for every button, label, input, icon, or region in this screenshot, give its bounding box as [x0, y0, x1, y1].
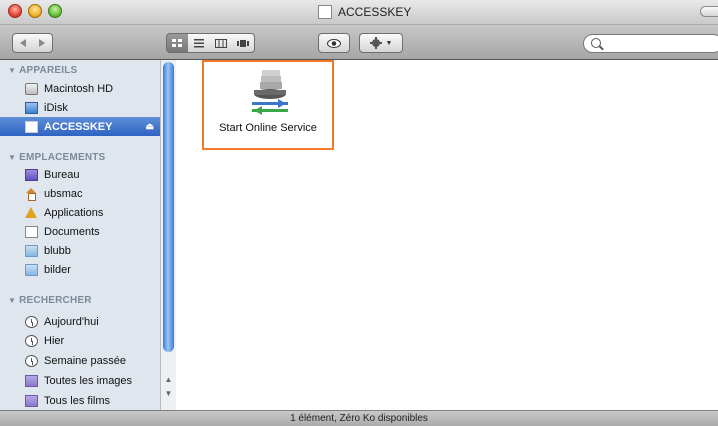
sidebar-item-label: Semaine passée — [44, 355, 126, 367]
window-title-group: ACCESSKEY — [318, 3, 411, 21]
sidebar-item-documents[interactable]: Documents — [0, 223, 160, 241]
list-view-button[interactable] — [188, 33, 211, 53]
search-icon — [591, 38, 601, 48]
idisk-icon — [25, 102, 38, 114]
smart-folder-icon — [25, 375, 38, 387]
forward-arrow-icon — [39, 39, 45, 47]
sidebar-item-label: ubsmac — [44, 188, 83, 200]
close-button[interactable] — [8, 4, 22, 18]
online-service-icon — [252, 70, 288, 115]
action-menu-button[interactable]: ▼ — [359, 33, 403, 53]
scroll-down-arrow-icon[interactable]: ▼ — [163, 388, 174, 400]
sidebar-item-label: Documents — [44, 226, 100, 238]
clock-icon — [25, 355, 38, 367]
chevron-down-icon: ▼ — [385, 39, 393, 47]
usb-drive-icon — [25, 120, 38, 133]
sidebar-item-label: Bureau — [44, 169, 80, 181]
back-arrow-icon — [19, 39, 26, 47]
back-button[interactable] — [12, 33, 33, 53]
documents-icon — [25, 226, 38, 238]
title-bar: ACCESSKEY — [0, 0, 718, 25]
home-icon — [25, 188, 38, 201]
minimize-button[interactable] — [28, 4, 42, 18]
column-view-icon — [215, 38, 227, 48]
sidebar-item-ubsmac[interactable]: ubsmac — [0, 185, 160, 203]
disclosure-triangle-icon: ▼ — [8, 66, 17, 75]
smart-folder-icon — [25, 395, 38, 407]
sidebar-item-label: Hier — [44, 335, 65, 347]
sidebar-item-label: Applications — [44, 207, 104, 219]
sidebar-item-label: Toutes les images — [44, 375, 133, 387]
quick-look-button[interactable] — [318, 33, 350, 53]
sidebar-item-blubb[interactable]: blubb — [0, 242, 160, 260]
column-view-button[interactable] — [210, 33, 233, 53]
sidebar-item-yesterday[interactable]: Hier — [0, 332, 160, 350]
file-item-start-online-service[interactable]: Start Online Service — [202, 60, 334, 150]
sidebar-item-label: iDisk — [44, 102, 68, 114]
sidebar-heading-devices[interactable]: ▼ APPAREILS — [8, 65, 77, 76]
search-input[interactable] — [583, 34, 718, 53]
file-browser-pane: Start Online Service — [176, 60, 718, 410]
sidebar-item-bureau[interactable]: Bureau — [0, 166, 160, 184]
sidebar-item-label: bilder — [44, 264, 71, 276]
scroll-up-arrow-icon[interactable]: ▲ — [163, 374, 174, 386]
eye-icon — [327, 38, 341, 48]
disclosure-triangle-icon: ▼ — [8, 153, 17, 162]
desktop-icon — [25, 169, 38, 181]
sidebar-item-label: Macintosh HD — [44, 83, 114, 95]
list-view-icon — [194, 38, 204, 47]
sidebar-item-all-movies[interactable]: Tous les films — [0, 392, 160, 410]
sidebar-heading-search[interactable]: ▼ RECHERCHER — [8, 295, 92, 306]
disclosure-triangle-icon: ▼ — [8, 296, 17, 305]
sidebar-item-today[interactable]: Aujourd'hui — [0, 313, 160, 331]
coverflow-view-icon — [237, 39, 249, 47]
clock-icon — [25, 316, 38, 328]
scrollbar-thumb[interactable] — [163, 62, 174, 352]
gear-icon — [369, 37, 382, 49]
sidebar-item-last-week[interactable]: Semaine passée — [0, 352, 160, 370]
icon-view-icon — [172, 38, 182, 47]
clock-icon — [25, 335, 38, 347]
icon-view-button[interactable] — [166, 33, 189, 53]
sidebar-item-label: ACCESSKEY — [44, 120, 113, 133]
applications-icon — [25, 207, 38, 219]
sidebar-item-all-images[interactable]: Toutes les images — [0, 372, 160, 390]
folder-icon — [25, 264, 38, 276]
folder-icon — [25, 245, 38, 257]
sidebar-item-label: blubb — [44, 245, 71, 257]
file-item-label: Start Online Service — [219, 122, 317, 134]
sidebar-heading-places[interactable]: ▼ EMPLACEMENTS — [8, 152, 105, 163]
forward-button[interactable] — [32, 33, 53, 53]
sidebar-item-accesskey[interactable]: ACCESSKEY ⏏ — [0, 117, 160, 136]
sidebar-item-bilder[interactable]: bilder — [0, 261, 160, 279]
sidebar-scrollbar[interactable]: ▲ ▼ — [160, 60, 176, 410]
toolbar-toggle-button[interactable] — [700, 6, 718, 17]
sidebar: ▼ APPAREILS Macintosh HD iDisk ACCESSKEY … — [0, 60, 161, 410]
status-text: 1 élément, Zéro Ko disponibles — [290, 413, 428, 424]
drive-icon — [318, 5, 332, 19]
eject-icon[interactable]: ⏏ — [145, 121, 154, 132]
sidebar-item-applications[interactable]: Applications — [0, 204, 160, 222]
sidebar-item-macintosh-hd[interactable]: Macintosh HD — [0, 80, 160, 98]
hard-disk-icon — [25, 83, 38, 95]
zoom-button[interactable] — [48, 4, 62, 18]
toolbar: ▼ — [0, 25, 718, 60]
finder-window: ACCESSKEY ▼ ▼ APPAREILS Macintosh HD iDi… — [0, 0, 718, 426]
sidebar-item-idisk[interactable]: iDisk — [0, 99, 160, 117]
coverflow-view-button[interactable] — [232, 33, 255, 53]
window-title: ACCESSKEY — [338, 5, 412, 19]
status-bar: 1 élément, Zéro Ko disponibles — [0, 410, 718, 426]
sidebar-item-label: Aujourd'hui — [44, 316, 99, 328]
sidebar-item-label: Tous les films — [44, 395, 111, 407]
